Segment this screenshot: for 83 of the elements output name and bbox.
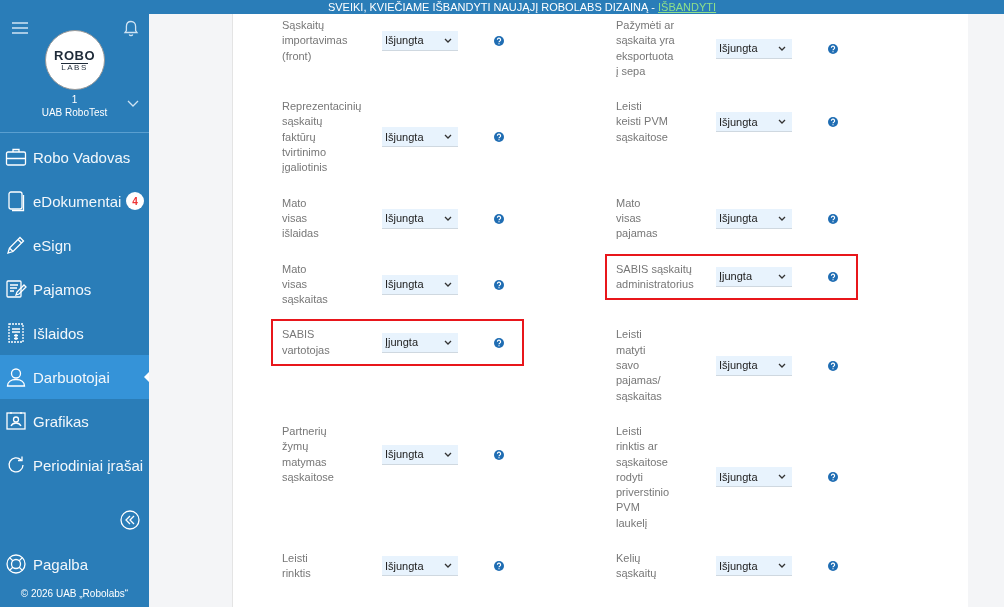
select-field[interactable]: Išjungta [716, 355, 792, 376]
select-field[interactable]: Išjungta [382, 556, 458, 577]
select-field[interactable]: Išjungta [382, 127, 458, 148]
banner-text: SVEIKI, KVIEČIAME IŠBANDYTI NAUJĄJĮ ROBOLABS DIZAINĄ - [327, 1, 656, 13]
setting-label: Kelių sąskaitų [616, 551, 658, 582]
nav-item[interactable]: Pajamos [0, 267, 149, 311]
setting-label: Leisti rinktis ar sąskaitose rodyti priverstinio PVM laukelį [616, 423, 671, 531]
setting-label: Leisti matyti savo pajamas/ sąskaitas [616, 327, 663, 404]
copyright-text: © 2026 UAB „Robolabs“ [19, 588, 130, 599]
chevron-down-icon [778, 215, 786, 221]
documents-icon [5, 190, 27, 212]
help-item[interactable]: Pagalba [0, 542, 149, 586]
bell-icon[interactable] [123, 20, 139, 37]
pen-icon [5, 234, 27, 256]
count-badge: 4 [126, 192, 144, 210]
help-icon[interactable] [494, 449, 504, 460]
receipt-icon [5, 322, 27, 344]
select-field[interactable]: Išjungta [716, 556, 792, 577]
help-icon[interactable] [828, 271, 838, 282]
chevron-down-icon [778, 119, 786, 125]
account-number: 1 [71, 94, 78, 106]
help-icon[interactable] [494, 279, 504, 290]
setting-label: Mato visas pajamas [616, 195, 659, 242]
document-edit-icon [5, 278, 27, 300]
id-card-icon [5, 410, 27, 432]
chevron-down-icon[interactable] [127, 100, 139, 107]
company-name: UAB RoboTest [41, 106, 108, 119]
help-icon[interactable] [494, 337, 504, 348]
select-field[interactable]: Išjungta [382, 274, 458, 295]
setting-label: Leisti rinktis [282, 551, 312, 582]
nav-item[interactable]: Grafikas [0, 399, 149, 443]
chevron-down-icon [778, 45, 786, 51]
nav-item[interactable]: eDokumentai 4 [0, 179, 149, 223]
lifebuoy-icon [5, 553, 27, 575]
help-icon[interactable] [828, 472, 838, 483]
setting-label: SABIS sąskaitų administratorius [616, 261, 695, 292]
chevron-down-icon [444, 134, 452, 140]
select-field[interactable]: Įjungta [382, 332, 458, 353]
chevron-down-icon [444, 215, 452, 221]
nav-item[interactable]: Robo Vadovas [0, 135, 149, 179]
select-field[interactable]: Įjungta [716, 266, 792, 287]
help-icon[interactable] [828, 117, 838, 128]
select-field[interactable]: Išjungta [716, 467, 792, 488]
help-icon[interactable] [494, 35, 504, 46]
setting-label: Reprezentacinių sąskaitų faktūrų tvirtinimo įgaliotinis [282, 99, 363, 176]
select-field[interactable]: Išjungta [382, 208, 458, 229]
chevron-down-icon [444, 281, 452, 287]
setting-label: Leisti keisti PVM sąskaitose [616, 99, 669, 145]
setting-label: SABIS vartotojas [282, 327, 331, 358]
help-icon[interactable] [494, 213, 504, 224]
help-icon[interactable] [828, 561, 838, 572]
chevron-down-icon [444, 37, 452, 43]
nav-item[interactable]: eSign [0, 223, 149, 267]
help-icon[interactable] [828, 43, 838, 54]
chevron-down-icon [778, 563, 786, 569]
chevron-down-icon [778, 474, 786, 480]
select-field[interactable]: Išjungta [382, 444, 458, 465]
chevron-down-icon [444, 339, 452, 345]
help-icon[interactable] [828, 213, 838, 224]
refresh-icon [5, 454, 27, 476]
chevron-down-icon [444, 451, 452, 457]
collapse-icon[interactable] [120, 510, 140, 530]
person-icon [5, 366, 27, 388]
select-field[interactable]: Išjungta [382, 30, 458, 51]
menu-icon[interactable] [12, 22, 28, 34]
company-logo: ROBO LABS [44, 30, 105, 90]
chevron-down-icon [778, 273, 786, 279]
nav-item[interactable]: Periodiniai įrašai [0, 443, 149, 487]
select-field[interactable]: Išjungta [716, 112, 792, 133]
select-field[interactable]: Išjungta [716, 38, 792, 59]
chevron-down-icon [444, 563, 452, 569]
chevron-down-icon [778, 362, 786, 368]
setting-label: Mato visas sąskaitas [282, 261, 329, 308]
nav-item[interactable]: Išlaidos [0, 311, 149, 355]
setting-label: Sąskaitų importavimas (front) [282, 18, 349, 64]
help-icon[interactable] [828, 360, 838, 371]
setting-label: Pažymėti ar sąskaita yra eksportuota į sepa [616, 18, 676, 79]
briefcase-icon [5, 146, 27, 168]
setting-label: Mato visas išlaidas [282, 195, 320, 242]
help-icon[interactable] [494, 561, 504, 572]
help-icon[interactable] [494, 132, 504, 143]
select-field[interactable]: Išjungta [716, 208, 792, 229]
setting-label: Partnerių žymų matymas sąskaitose [282, 423, 335, 485]
